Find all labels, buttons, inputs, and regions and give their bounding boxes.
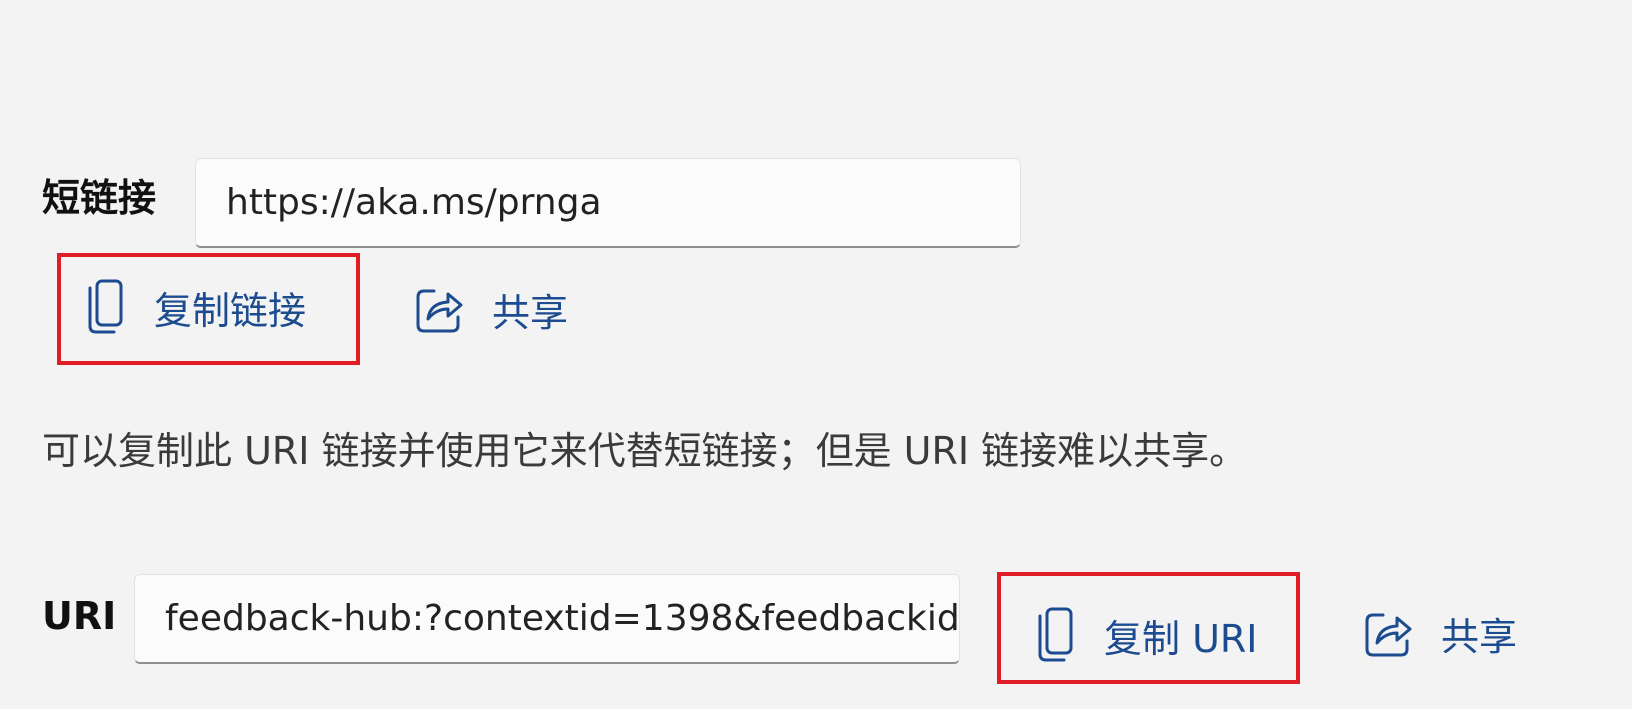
copy-link-highlight — [57, 253, 360, 365]
share-icon — [1363, 609, 1413, 659]
share-link-button[interactable]: 共享 — [414, 282, 568, 337]
short-link-field[interactable] — [195, 158, 1021, 248]
share-uri-button[interactable]: 共享 — [1363, 606, 1517, 661]
uri-description: 可以复制此 URI 链接并使用它来代替短链接；但是 URI 链接难以共享。 — [42, 429, 1248, 473]
copy-uri-highlight — [997, 572, 1300, 684]
share-icon — [414, 285, 464, 335]
share-link-label: 共享 — [492, 291, 569, 335]
uri-field[interactable] — [134, 574, 960, 664]
share-uri-label: 共享 — [1441, 615, 1518, 659]
short-link-label: 短链接 — [42, 176, 157, 220]
uri-label: URI — [42, 594, 117, 638]
